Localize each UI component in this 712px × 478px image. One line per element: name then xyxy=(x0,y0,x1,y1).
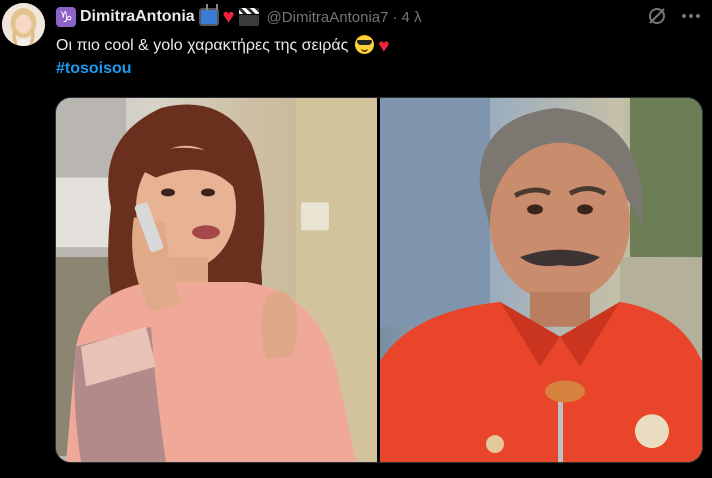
handle[interactable]: @DimitraAntonia7 xyxy=(267,9,389,26)
tv-icon xyxy=(198,8,219,26)
man-in-red-shirt-photo[interactable] xyxy=(380,98,702,462)
hashtag-link[interactable]: #tosoisou xyxy=(56,60,132,78)
avatar-image xyxy=(2,3,45,46)
cool-sunglasses-emoji xyxy=(354,35,374,54)
heart-emoji: ♥ xyxy=(378,36,390,57)
display-name[interactable]: DimitraAntonia xyxy=(80,8,195,26)
more-options-icon[interactable] xyxy=(680,6,702,26)
separator-dot: · xyxy=(392,8,398,26)
heart-icon: ♥ xyxy=(222,6,235,28)
tweet[interactable]: ♑ DimitraAntonia ♥ @DimitraAntonia7 · 4 … xyxy=(0,0,712,478)
woman-on-phone-photo[interactable] xyxy=(56,98,377,462)
avatar[interactable] xyxy=(2,3,45,46)
tweet-header: ♑ DimitraAntonia ♥ @DimitraAntonia7 · 4 … xyxy=(56,6,422,28)
tweet-text-content: Οι πιο cool & yolo χαρακτήρες της σειράς xyxy=(56,37,349,54)
grok-icon[interactable] xyxy=(647,6,667,26)
timestamp[interactable]: 4 λ xyxy=(402,9,422,26)
media-grid xyxy=(55,97,703,463)
clapper-icon xyxy=(238,8,259,26)
capricorn-icon: ♑ xyxy=(56,7,76,27)
tweet-text: Οι πιο cool & yolo χαρακτήρες της σειράς… xyxy=(56,35,389,58)
